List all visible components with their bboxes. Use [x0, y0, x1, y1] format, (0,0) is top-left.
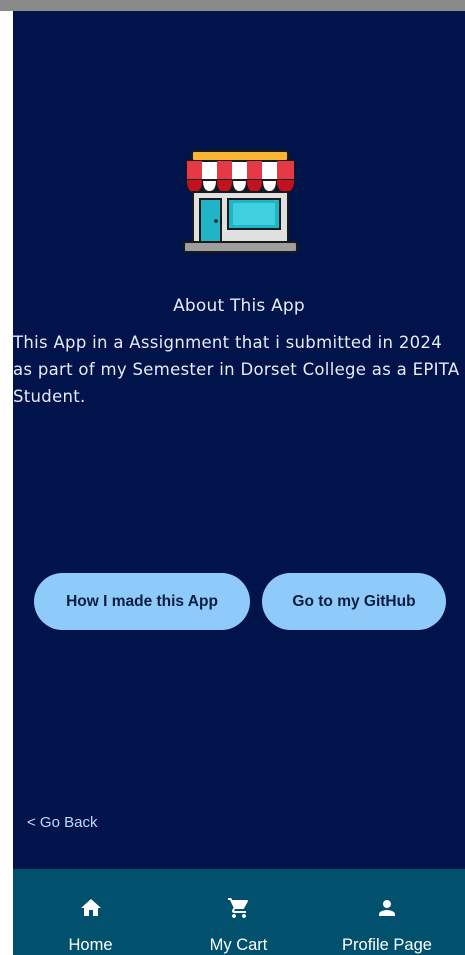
go-back-link[interactable]: < Go Back	[27, 814, 97, 831]
nav-item-home[interactable]: Home	[13, 869, 168, 955]
nav-label-profile-page: Profile Page	[342, 936, 432, 954]
home-icon	[80, 899, 101, 916]
nav-label-my-cart: My Cart	[209, 936, 268, 954]
window-edge	[0, 11, 13, 955]
person-icon	[379, 900, 395, 916]
go-to-github-button[interactable]: Go to my GitHub	[262, 573, 446, 630]
about-title: About This App	[173, 296, 305, 316]
cart-icon	[227, 898, 248, 918]
how-i-made-this-app-button[interactable]: How I made this App	[34, 573, 250, 630]
nav-label-home: Home	[68, 936, 113, 954]
nav-item-profile-page[interactable]: Profile Page	[309, 869, 465, 955]
store-icon	[183, 150, 298, 253]
bottom-navigation: Home My Cart Profile Page	[13, 869, 465, 955]
nav-item-my-cart[interactable]: My Cart	[168, 869, 309, 955]
status-bar	[0, 0, 465, 11]
about-screen: About This App This App in a Assignment …	[13, 11, 465, 955]
about-description: This App in a Assignment that i submitte…	[13, 333, 460, 406]
